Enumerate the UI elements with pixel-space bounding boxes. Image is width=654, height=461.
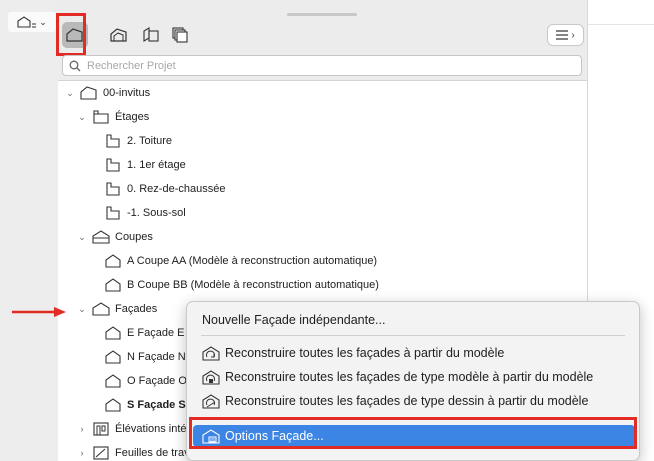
chevron-right-icon[interactable]: ›: [76, 448, 88, 458]
tree-item-storey[interactable]: 1. 1er étage: [104, 153, 186, 177]
house-list-icon: [17, 15, 37, 28]
tree-item-storey[interactable]: 0. Rez-de-chaussée: [104, 177, 225, 201]
elevation-icon: [104, 373, 122, 389]
drag-handle[interactable]: [287, 13, 357, 16]
chevron-down-icon[interactable]: ⌄: [76, 112, 88, 123]
section-icon: [104, 253, 122, 269]
tree-item-facades[interactable]: ⌄ Façades: [76, 297, 157, 321]
highlight-box-project-map: [56, 13, 86, 56]
search-field[interactable]: [62, 55, 582, 76]
interior-elevation-icon: [92, 421, 110, 437]
views-icon: [110, 28, 127, 42]
tree-item-section[interactable]: A Coupe AA (Modèle à reconstruction auto…: [104, 249, 377, 273]
stack-icon: [172, 27, 188, 43]
tree-item-elevation[interactable]: N Façade N: [104, 345, 186, 369]
tree-item-etages[interactable]: ⌄ Étages: [76, 105, 149, 129]
menu-item-new-facade[interactable]: Nouvelle Façade indépendante...: [193, 309, 635, 331]
menu-item-rebuild-drawing[interactable]: Reconstruire toutes les façades de type …: [193, 390, 635, 412]
left-strip: ⌄: [0, 0, 58, 461]
layout-icon: [143, 27, 159, 42]
section-group-icon: [92, 229, 110, 245]
options-menu-button[interactable]: ›: [547, 24, 584, 46]
tree-item-elevation[interactable]: E Façade E: [104, 321, 184, 345]
tree-item-elevation[interactable]: O Façade O: [104, 369, 187, 393]
menu-separator: [201, 335, 625, 336]
chevron-down-icon[interactable]: ⌄: [64, 88, 76, 99]
layout-book-button[interactable]: [138, 22, 164, 48]
storey-icon: [104, 133, 122, 149]
rebuild-icon: [202, 345, 220, 361]
tree-item-storey[interactable]: 2. Toiture: [104, 129, 172, 153]
search-input[interactable]: [87, 59, 567, 72]
chevron-down-icon: ⌄: [39, 16, 47, 27]
worksheet-icon: [92, 445, 110, 461]
storey-group-icon: [92, 109, 110, 125]
rebuild-drawing-icon: [202, 393, 220, 409]
view-type-dropdown[interactable]: ⌄: [8, 12, 56, 32]
elevation-icon: [104, 325, 122, 341]
rebuild-model-icon: [202, 369, 220, 385]
elevation-icon: [104, 349, 122, 365]
chevron-right-icon: ›: [571, 29, 575, 41]
storey-icon: [104, 157, 122, 173]
section-icon: [104, 277, 122, 293]
storey-icon: [104, 181, 122, 197]
elevation-icon: [104, 397, 122, 413]
elevation-group-icon: [92, 301, 110, 317]
view-map-button[interactable]: [106, 22, 132, 48]
red-arrow-annotation: [12, 307, 66, 317]
highlight-box-facade-options: [189, 417, 637, 449]
hamburger-icon: [556, 30, 569, 40]
tree-item-coupes[interactable]: ⌄ Coupes: [76, 225, 153, 249]
publisher-sets-button[interactable]: [167, 22, 193, 48]
search-icon: [69, 60, 81, 71]
chevron-right-icon[interactable]: ›: [76, 424, 88, 434]
menu-item-rebuild-all[interactable]: Reconstruire toutes les façades à partir…: [193, 342, 635, 364]
tree-item-elevations-interior[interactable]: › Élévations inté: [76, 417, 187, 441]
tree-item-storey[interactable]: -1. Sous-sol: [104, 201, 186, 225]
menu-item-rebuild-model[interactable]: Reconstruire toutes les façades de type …: [193, 366, 635, 388]
tree-item-section[interactable]: B Coupe BB (Modèle à reconstruction auto…: [104, 273, 379, 297]
tree-item-worksheets[interactable]: › Feuilles de trava: [76, 441, 196, 461]
tree-item-elevation-current[interactable]: S Façade S: [104, 393, 186, 417]
chevron-down-icon[interactable]: ⌄: [76, 304, 88, 315]
storey-icon: [104, 205, 122, 221]
house-icon: [80, 85, 98, 101]
tree-item-root[interactable]: ⌄ 00-invitus: [64, 81, 150, 105]
chevron-down-icon[interactable]: ⌄: [76, 232, 88, 243]
